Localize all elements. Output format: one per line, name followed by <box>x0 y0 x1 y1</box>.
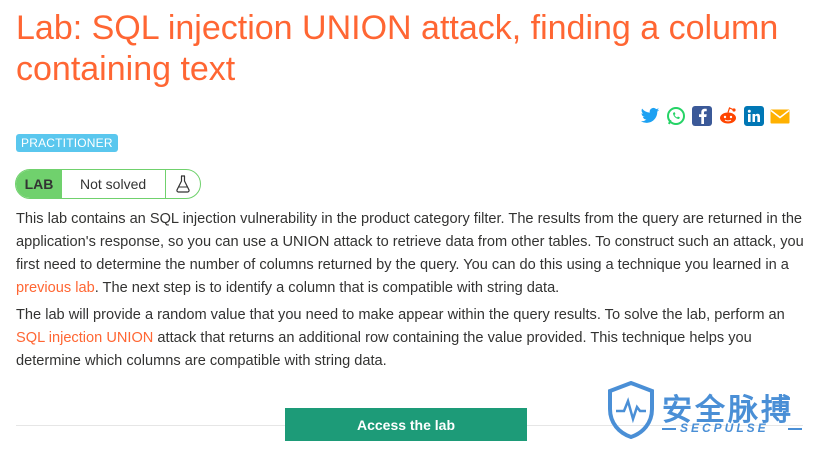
paragraph-text: The lab will provide a random value that… <box>16 307 785 323</box>
lab-status-widget: LAB Not solved <box>15 169 201 199</box>
whatsapp-icon[interactable] <box>666 106 686 126</box>
lab-label: LAB <box>16 170 62 198</box>
lab-status-text: Not solved <box>80 176 147 192</box>
page-title: Lab: SQL injection UNION attack, finding… <box>16 9 779 88</box>
twitter-icon[interactable] <box>640 106 660 126</box>
description-paragraph-2: The lab will provide a random value that… <box>16 304 806 373</box>
sql-injection-union-link[interactable]: SQL injection UNION <box>16 330 153 346</box>
watermark-dash <box>788 428 802 430</box>
level-badge: PRACTITIONER <box>16 134 118 152</box>
email-icon[interactable] <box>770 106 790 126</box>
watermark-dash <box>662 428 676 430</box>
access-lab-button[interactable]: Access the lab <box>285 408 527 441</box>
previous-lab-link[interactable]: previous lab <box>16 280 95 296</box>
paragraph-text: . The next step is to identify a column … <box>94 280 560 296</box>
share-bar <box>640 106 790 126</box>
secpulse-watermark: 安全脉搏 SECPULSE <box>604 381 804 441</box>
reddit-icon[interactable] <box>718 106 738 126</box>
description-paragraph-1: This lab contains an SQL injection vulne… <box>16 208 806 300</box>
flask-icon <box>165 170 200 198</box>
paragraph-text: This lab contains an SQL injection vulne… <box>16 211 804 273</box>
watermark-en: SECPULSE <box>680 421 769 435</box>
linkedin-icon[interactable] <box>744 106 764 126</box>
facebook-icon[interactable] <box>692 106 712 126</box>
shield-icon <box>608 381 654 439</box>
